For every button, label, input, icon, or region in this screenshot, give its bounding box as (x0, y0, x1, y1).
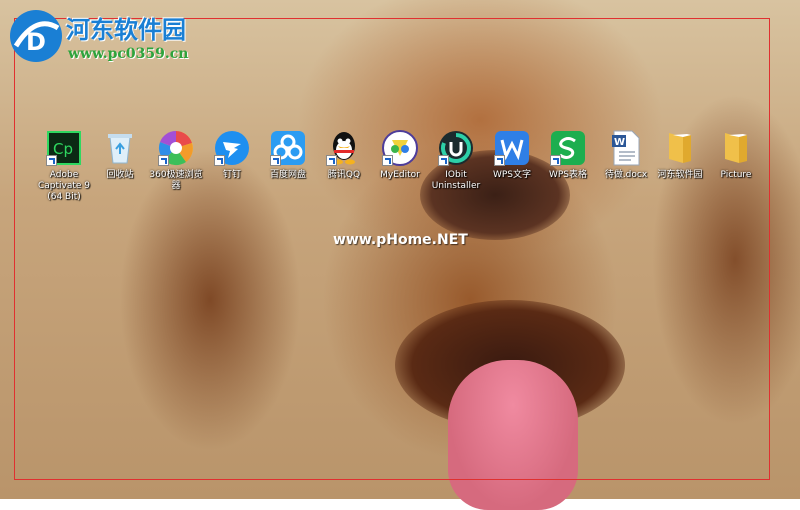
wps-writer-icon (494, 130, 530, 166)
desktop-icon-label: 待做.docx (604, 170, 648, 180)
shortcut-arrow-icon (550, 155, 561, 166)
desktop-icon-label: 回收站 (106, 170, 134, 180)
dingtalk-icon (214, 130, 250, 166)
desktop-icon-folder-picture[interactable]: Picture (706, 130, 766, 181)
desktop-icon-dingtalk[interactable]: 钉钉 (202, 130, 262, 181)
word-document-icon: W (608, 130, 644, 166)
desktop-icon-360-browser[interactable]: 360极速浏览器 (146, 130, 206, 192)
folder-icon (662, 130, 698, 166)
desktop-icon-label: WPS文字 (492, 170, 532, 180)
desktop-icon-recycle-bin[interactable]: 回收站 (90, 130, 150, 181)
shortcut-arrow-icon (494, 155, 505, 166)
desktop-icon-myeditor[interactable]: MyEditor (370, 130, 430, 181)
qq-penguin-icon (326, 130, 362, 166)
shortcut-arrow-icon (326, 155, 337, 166)
site-url: www.pc0359.cn (68, 46, 189, 62)
shortcut-arrow-icon (270, 155, 281, 166)
site-name: 河东软件园 (66, 15, 186, 44)
desktop-icon-wps-spreadsheet[interactable]: WPS表格 (538, 130, 598, 181)
desktop-icon-label: IObit Uninstaller (431, 170, 481, 191)
site-logo-icon: D (10, 10, 62, 62)
wps-spreadsheet-icon (550, 130, 586, 166)
recycle-bin-icon (102, 130, 138, 166)
desktop-icon-label: 河东软件园 (657, 170, 703, 180)
myeditor-icon (382, 130, 418, 166)
red-highlight-frame (14, 18, 770, 480)
desktop-icon-label: MyEditor (380, 170, 420, 180)
desktop-icon-label: 钉钉 (222, 170, 241, 180)
desktop-icon-qq[interactable]: 腾讯QQ (314, 130, 374, 181)
baidu-netdisk-icon (270, 130, 306, 166)
desktop-icon-folder-hedong[interactable]: 河东软件园 (650, 130, 710, 181)
desktop-icon-label: Adobe Captivate 9 (64 Bit) (37, 170, 91, 202)
shortcut-arrow-icon (46, 155, 57, 166)
desktop-icon-todo-docx[interactable]: W 待做.docx (596, 130, 656, 181)
desktop-icon-baidu-netdisk[interactable]: 百度网盘 (258, 130, 318, 181)
360-browser-icon (158, 130, 194, 166)
desktop-icon-adobe-captivate[interactable]: Cp Adobe Captivate 9 (64 Bit) (34, 130, 94, 203)
folder-icon (718, 130, 754, 166)
svg-text:D: D (26, 28, 46, 56)
desktop-icon-label: 腾讯QQ (327, 170, 361, 180)
shortcut-arrow-icon (214, 155, 225, 166)
desktop-icon-label: 360极速浏览器 (149, 170, 203, 191)
shortcut-arrow-icon (158, 155, 169, 166)
iobit-uninstaller-icon (438, 130, 474, 166)
desktop-icon-label: Picture (720, 170, 752, 180)
desktop-icon-iobit-uninstaller[interactable]: IObit Uninstaller (426, 130, 486, 192)
desktop-icon-label: 百度网盘 (269, 170, 306, 180)
desktop-icon-wps-writer[interactable]: WPS文字 (482, 130, 542, 181)
shortcut-arrow-icon (438, 155, 449, 166)
adobe-captivate-icon: Cp (46, 130, 82, 166)
svg-text:W: W (614, 137, 625, 148)
center-watermark: www.pHome.NET (333, 232, 468, 248)
shortcut-arrow-icon (382, 155, 393, 166)
desktop-icon-label: WPS表格 (548, 170, 588, 180)
